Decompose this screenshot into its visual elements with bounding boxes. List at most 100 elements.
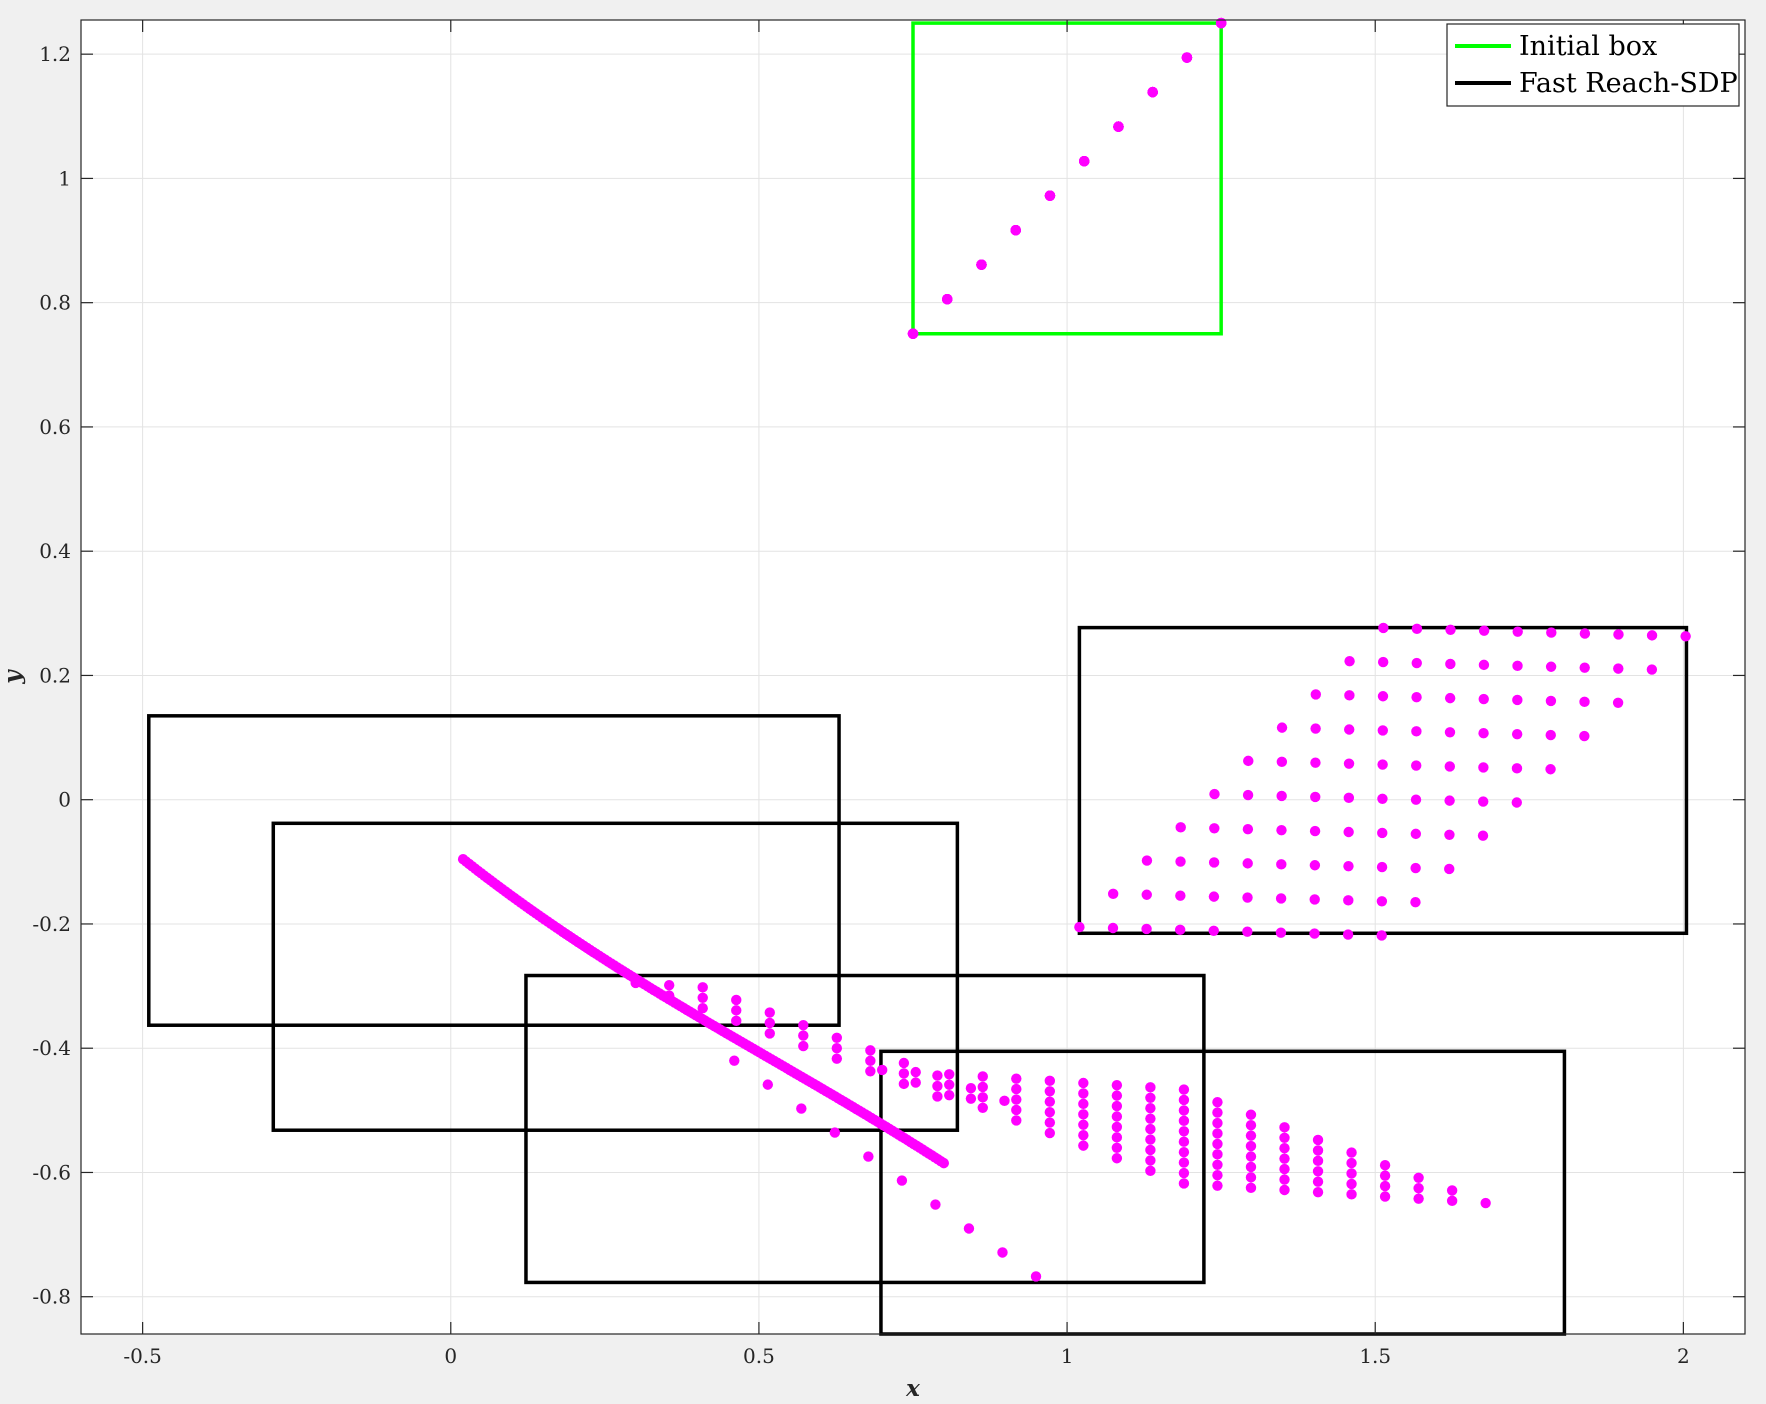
sample-point xyxy=(1377,725,1389,736)
sample-point xyxy=(977,1092,988,1103)
sample-point xyxy=(1044,1096,1056,1107)
sample-point xyxy=(1511,797,1522,808)
sample-point xyxy=(898,1078,910,1090)
sample-point xyxy=(1379,1180,1391,1192)
sample-point xyxy=(1444,692,1456,704)
sample-point xyxy=(1309,860,1321,871)
sample-point xyxy=(1379,1170,1391,1181)
sample-point xyxy=(1379,1159,1391,1171)
sample-point xyxy=(1344,655,1355,667)
sample-point xyxy=(831,1043,843,1054)
sample-point xyxy=(1478,625,1490,636)
sample-point xyxy=(1477,796,1489,807)
sample-point xyxy=(1141,889,1152,900)
sample-point xyxy=(1512,626,1523,637)
sample-point xyxy=(1145,1123,1156,1135)
sample-point xyxy=(977,1081,988,1093)
sample-point xyxy=(1579,628,1591,639)
sample-point xyxy=(697,992,708,1003)
sample-point xyxy=(1242,892,1253,903)
sample-point xyxy=(1279,1184,1290,1196)
sample-point xyxy=(1011,1073,1022,1084)
sample-point xyxy=(1478,728,1489,739)
chart-container: -0.5 0 0.5 1 1.5 2 -0.8 -0.6 -0.4 -0.2 0 0.2 0.4 0.6… xyxy=(0,0,1766,1404)
sample-point xyxy=(1245,1109,1257,1120)
sample-point xyxy=(1344,690,1355,701)
sample-point xyxy=(1078,1129,1089,1141)
sample-point xyxy=(1445,624,1456,635)
sample-point xyxy=(1342,929,1354,940)
sample-point xyxy=(1111,1079,1123,1091)
sample-point xyxy=(1279,1174,1290,1185)
sample-point xyxy=(896,1175,908,1186)
sample-point xyxy=(1111,1100,1123,1112)
sample-point xyxy=(1030,1271,1042,1282)
sample-point xyxy=(1411,760,1422,771)
sample-point xyxy=(1275,893,1287,904)
sample-point xyxy=(1178,1136,1190,1147)
sample-point xyxy=(1111,1111,1123,1122)
sample-point xyxy=(1309,928,1320,939)
sample-point xyxy=(1343,792,1355,804)
sample-point xyxy=(731,994,742,1006)
sample-point xyxy=(1145,1103,1156,1114)
sample-point xyxy=(1343,895,1354,906)
sample-point xyxy=(1512,694,1523,706)
legend-label-initial-box: Initial box xyxy=(1519,31,1657,62)
sample-point xyxy=(898,1057,910,1069)
sample-point xyxy=(1312,1155,1324,1167)
sample-point xyxy=(1276,722,1288,733)
sample-point xyxy=(1377,793,1388,804)
sample-point xyxy=(932,1070,943,1081)
sample-point xyxy=(1545,764,1556,775)
sample-point xyxy=(1276,859,1287,870)
sample-point xyxy=(1309,894,1320,905)
sample-point xyxy=(1376,896,1388,907)
sample-point xyxy=(1346,1168,1357,1179)
x-tick-label: 0 xyxy=(444,1344,457,1368)
sample-point xyxy=(798,1040,809,1052)
sample-point xyxy=(944,1069,955,1080)
y-tick-label: 1.2 xyxy=(39,42,71,66)
sample-point xyxy=(1212,1159,1223,1170)
sample-point xyxy=(729,1055,740,1066)
sample-point xyxy=(1411,657,1422,669)
sample-point xyxy=(1107,888,1119,900)
sample-point xyxy=(1646,630,1658,641)
sample-point xyxy=(1245,1119,1257,1131)
sample-point xyxy=(997,1247,1008,1258)
sample-point xyxy=(1178,1105,1190,1116)
sample-point xyxy=(1141,855,1153,866)
sample-point xyxy=(1346,1147,1357,1158)
sample-point xyxy=(1243,755,1254,767)
sample-point xyxy=(1044,1106,1056,1118)
sample-point xyxy=(1680,631,1691,642)
sample-point xyxy=(1344,724,1355,735)
sample-point xyxy=(1212,1107,1223,1118)
sample-point xyxy=(1411,691,1422,703)
legend: Initial box Fast Reach-SDP xyxy=(1446,23,1740,107)
sample-point xyxy=(798,1019,809,1031)
sample-point xyxy=(1410,794,1422,805)
sample-point xyxy=(1209,788,1220,800)
sample-point xyxy=(798,1030,809,1041)
sample-point xyxy=(1175,856,1186,867)
sample-point xyxy=(1411,623,1423,635)
sample-point xyxy=(1377,759,1388,770)
x-tick-label: -0.5 xyxy=(123,1344,162,1368)
sample-point xyxy=(1178,1167,1190,1179)
sample-point xyxy=(1309,825,1321,837)
sample-point xyxy=(977,1071,988,1082)
sample-point xyxy=(1511,763,1523,774)
sample-point xyxy=(1275,927,1287,938)
sample-point xyxy=(1310,689,1322,700)
sample-point xyxy=(1276,756,1288,768)
y-tick-label: 0.4 xyxy=(39,539,71,563)
y-tick-label: 0.8 xyxy=(39,291,71,315)
x-axis-label: x xyxy=(905,1375,920,1402)
sample-point xyxy=(1546,627,1557,638)
sample-point xyxy=(1111,1121,1123,1133)
sample-point xyxy=(731,1015,742,1027)
sample-point xyxy=(831,1053,843,1064)
sample-point xyxy=(1545,661,1557,672)
